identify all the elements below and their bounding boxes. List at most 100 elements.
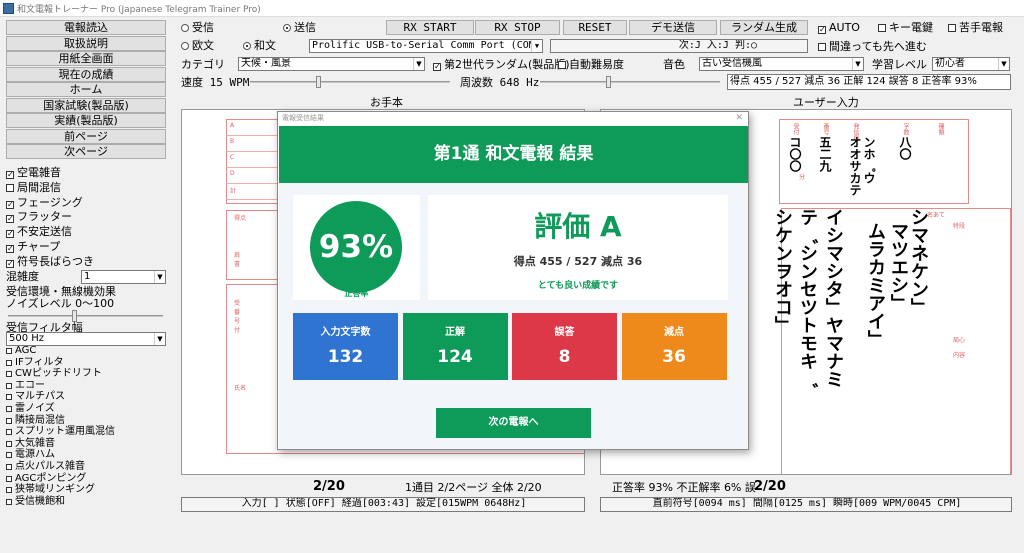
filter-select[interactable]: 500 Hz ▼ <box>6 332 166 346</box>
percent-label: 正答率 <box>344 289 369 298</box>
rx-start-button[interactable]: RX START <box>386 20 474 35</box>
option-checkbox-5[interactable]: ✓ チャープ <box>6 240 60 253</box>
check-icon: ✓ <box>433 62 441 71</box>
option-checkbox-2[interactable]: ✓ フェージング <box>6 196 83 209</box>
next-info-field: 次:J 入:J 判:○ <box>550 39 808 53</box>
option-checkbox-4[interactable]: ✓ 不安定送信 <box>6 225 72 239</box>
page-info: 1通目 2/2ページ 全体 2/20 <box>405 481 542 494</box>
random-generate-button[interactable]: ランダム生成 <box>720 20 808 35</box>
left-page-count: 2/20 <box>313 479 345 494</box>
radio-icon <box>181 24 189 32</box>
slider-thumb[interactable] <box>316 76 321 88</box>
frequency-slider[interactable] <box>540 76 720 88</box>
category-select[interactable]: 天候・風景 ▼ <box>238 57 425 71</box>
nav-button-8[interactable]: 次ページ <box>6 144 166 159</box>
message-column: テ゛シンセツトモキ゛ <box>797 208 818 388</box>
effect-checkbox-5[interactable]: 雷ノイズ <box>6 403 55 414</box>
nav-button-4[interactable]: ホーム <box>6 82 166 97</box>
right-stats: 正答率 93% 不正解率 6% 誤 <box>612 481 756 494</box>
reset-button[interactable]: RESET <box>563 20 627 35</box>
check-icon <box>6 406 12 412</box>
radio-icon <box>181 42 189 50</box>
effect-checkbox-12[interactable]: 狭帯域リンギング <box>6 484 95 495</box>
effect-checkbox-11[interactable]: AGCポンピング <box>6 473 86 484</box>
stat-value: 8 <box>558 347 571 367</box>
check-icon <box>6 440 12 447</box>
weak-checkbox[interactable]: 苦手電報 <box>948 21 1003 34</box>
close-icon[interactable]: ✕ <box>735 112 743 124</box>
effect-checkbox-4[interactable]: マルチパス <box>6 391 65 402</box>
score-summary: 得点 455 / 527 減点 36 正解 124 誤答 8 正答率 93% <box>727 74 1011 90</box>
nav-button-2[interactable]: 用紙全画面 <box>6 51 166 66</box>
check-icon <box>6 348 12 354</box>
check-icon <box>558 61 566 69</box>
wabun-radio[interactable]: 和文 <box>243 39 276 52</box>
effect-checkbox-13[interactable]: 受信機飽和 <box>6 496 65 507</box>
check-icon <box>6 498 12 505</box>
effect-checkbox-7[interactable]: スプリット運用風混信 <box>6 426 115 437</box>
chevron-down-icon: ▼ <box>998 58 1009 70</box>
noise-select[interactable]: 1 ▼ <box>81 270 166 284</box>
effect-checkbox-1[interactable]: IFフィルタ <box>6 357 64 368</box>
tx-radio[interactable]: 送信 <box>283 21 316 34</box>
nav-button-3[interactable]: 現在の成績 <box>6 66 166 82</box>
key-checkbox[interactable]: キー電鍵 <box>878 21 933 34</box>
effect-checkbox-3[interactable]: エコー <box>6 380 45 391</box>
stat-value: 132 <box>327 347 364 367</box>
check-icon <box>6 359 12 366</box>
next-telegram-button[interactable]: 次の電報へ <box>436 408 591 438</box>
check-icon <box>948 24 956 32</box>
rx-radio[interactable]: 受信 <box>181 21 214 34</box>
nav-button-0[interactable]: 電報読込 <box>6 20 166 35</box>
form-side-label: 名あて <box>927 212 945 219</box>
option-checkbox-1[interactable]: 局間混信 <box>6 181 61 194</box>
oubun-radio[interactable]: 欧文 <box>181 39 214 52</box>
stat-label: 誤答 <box>554 327 575 338</box>
form-side-label: 局心 <box>953 337 966 344</box>
check-icon: ✓ <box>6 170 14 179</box>
effect-checkbox-10[interactable]: 点火パルス雑音 <box>6 461 85 472</box>
option-checkbox-0[interactable]: ✓ 空電雑音 <box>6 166 61 179</box>
option-checkbox-6[interactable]: ✓ 符号長ばらつき <box>6 255 94 268</box>
form-header-label: 字数 <box>902 123 909 135</box>
nav-button-6[interactable]: 実績(製品版) <box>6 113 166 128</box>
option-checkbox-3[interactable]: ✓ フラッター <box>6 210 72 224</box>
effect-checkbox-2[interactable]: CWピッチドリフト <box>6 368 102 379</box>
tone-select[interactable]: 古い受信機風 ▼ <box>699 57 864 71</box>
nav-button-7[interactable]: 前ページ <box>6 128 166 144</box>
speed-slider[interactable] <box>250 76 450 88</box>
frequency-label: 周波数 648 Hz <box>460 76 540 89</box>
form-header-label: 種類 <box>937 123 944 135</box>
noise-level-slider[interactable] <box>8 310 163 322</box>
form-row-label: C <box>230 154 235 161</box>
percent-card: 93% 正答率 <box>293 195 420 300</box>
auto-difficulty-checkbox[interactable]: 自動難易度 <box>558 58 624 71</box>
com-port-select[interactable]: Prolific USB-to-Serial Comm Port (COM4) ▼ <box>309 39 543 53</box>
continue-checkbox[interactable]: 間違っても先へ進む <box>818 40 927 53</box>
effect-checkbox-6[interactable]: 隣接局混信 <box>6 415 65 426</box>
gen2-checkbox[interactable]: ✓ 第2世代ランダム(製品版) <box>433 58 570 71</box>
rx-stop-button[interactable]: RX STOP <box>475 20 560 35</box>
level-select[interactable]: 初心者 ▼ <box>932 57 1010 71</box>
auto-checkbox[interactable]: ✓ AUTO <box>818 21 860 34</box>
check-icon: ✓ <box>6 258 14 268</box>
category-label: カテゴリ <box>181 58 225 71</box>
status-right: 直前符号[0094 ms] 間隔[0125 ms] 瞬時[009 WPM/004… <box>600 497 1012 512</box>
result-dialog: 電報受信結果 ✕ 第1通 和文電報 結果 93% 正答率 評価 A 得点 455… <box>277 111 749 450</box>
nav-button-5[interactable]: 国家試験(製品版) <box>6 97 166 113</box>
stat-card: 正解 124 <box>402 313 508 380</box>
form-header-value: コ〇〇 <box>788 136 802 172</box>
form-row-label: D <box>230 170 235 177</box>
chevron-down-icon: ▼ <box>413 58 424 70</box>
nav-button-1[interactable]: 取扱説明 <box>6 35 166 51</box>
effect-checkbox-8[interactable]: 大気雑音 <box>6 438 55 449</box>
check-icon <box>818 43 826 51</box>
message-column: ムラカミアイ」 <box>865 222 886 348</box>
title-bar: 和文電報トレーナー Pro (Japanese Telegram Trainer… <box>0 0 1024 17</box>
effect-checkbox-0[interactable]: AGC <box>6 345 36 356</box>
slider-thumb[interactable] <box>606 76 611 88</box>
effect-checkbox-9[interactable]: 電源ハム <box>6 449 55 460</box>
form-row-label: B <box>230 138 235 145</box>
demo-send-button[interactable]: デモ送信 <box>629 20 717 35</box>
check-icon: ✓ <box>6 214 14 224</box>
